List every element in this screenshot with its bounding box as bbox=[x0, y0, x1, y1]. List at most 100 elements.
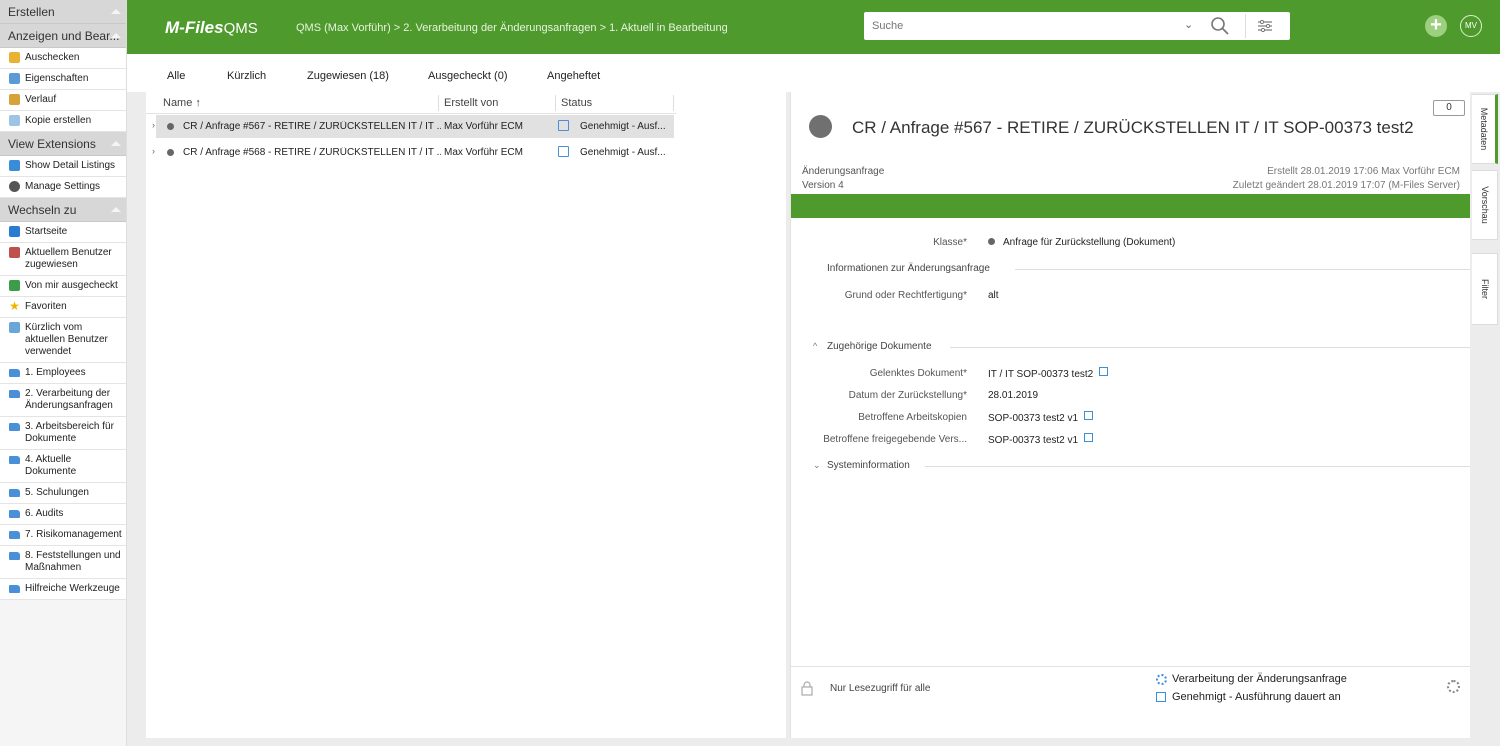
chevron-right-icon[interactable]: › bbox=[152, 120, 155, 130]
row-status: Genehmigt - Ausf... bbox=[580, 121, 666, 132]
top-bar: M-FilesQMS QMS (Max Vorführ) > 2. Verarb… bbox=[127, 0, 1500, 54]
workflow-name[interactable]: Verarbeitung der Änderungsanfrage bbox=[1172, 673, 1347, 685]
sidebar-section-label: Anzeigen und Bear... bbox=[8, 29, 120, 43]
section-system-info[interactable]: Systeminformation bbox=[827, 460, 910, 471]
sidebar-item-trainings[interactable]: 5. Schulungen bbox=[0, 483, 126, 504]
tab-filter[interactable]: Filter bbox=[1472, 253, 1498, 325]
left-sidebar: Erstellen Anzeigen und Bear... Auschecke… bbox=[0, 0, 127, 746]
permissions-text[interactable]: Nur Lesezugriff für alle bbox=[830, 683, 930, 694]
tab-preview[interactable]: Vorschau bbox=[1472, 170, 1498, 240]
tab-all[interactable]: Alle bbox=[167, 70, 185, 82]
collapse-icon bbox=[111, 141, 121, 146]
column-name[interactable]: Name ↑ bbox=[163, 97, 201, 109]
chevron-down-icon[interactable]: ⌄ bbox=[1184, 18, 1193, 31]
property-label-reason: Grund oder Rechtfertigung* bbox=[844, 290, 967, 301]
chevron-up-icon[interactable]: ^ bbox=[813, 341, 817, 351]
search-input[interactable] bbox=[872, 17, 1172, 35]
sidebar-item-findings[interactable]: 8. Feststellungen und Maßnahmen bbox=[0, 546, 126, 579]
collapse-icon bbox=[111, 9, 121, 14]
sidebar-section-switch[interactable]: Wechseln zu bbox=[0, 198, 126, 222]
sidebar-item-label: Manage Settings bbox=[25, 181, 101, 192]
section-divider bbox=[950, 347, 1471, 348]
external-link-icon[interactable] bbox=[1084, 411, 1094, 420]
section-related-documents[interactable]: Zugehörige Dokumente bbox=[827, 341, 932, 352]
row-name: CR / Anfrage #568 - RETIRE / ZURÜCKSTELL… bbox=[183, 147, 441, 158]
column-name-label: Name bbox=[163, 97, 193, 109]
sidebar-item-tools[interactable]: Hilfreiche Werkzeuge bbox=[0, 579, 126, 600]
tab-label: Metadaten bbox=[1478, 107, 1489, 151]
avatar[interactable]: MV bbox=[1460, 15, 1482, 37]
folder-icon bbox=[9, 585, 20, 593]
column-resize-handle[interactable] bbox=[673, 95, 674, 111]
search-icon[interactable] bbox=[1210, 16, 1230, 36]
workflow-state[interactable]: Genehmigt - Ausführung dauert an bbox=[1172, 691, 1341, 703]
created-info: Erstellt 28.01.2019 17:06 Max Vorführ EC… bbox=[1267, 166, 1460, 177]
sidebar-item-change-requests[interactable]: 2. Verarbeitung der Änderungsanfragen bbox=[0, 384, 126, 417]
sidebar-item-current-documents[interactable]: 4. Aktuelle Dokumente bbox=[0, 450, 126, 483]
sidebar-item-assigned[interactable]: Aktuellem Benutzer zugewiesen bbox=[0, 243, 126, 276]
sidebar-item-detail-listings[interactable]: Show Detail Listings bbox=[0, 156, 126, 177]
sidebar-item-risk-management[interactable]: 7. Risikomanagement bbox=[0, 525, 126, 546]
property-label-released-versions: Betroffene freigegebende Vers... bbox=[823, 434, 967, 445]
sidebar-item-history[interactable]: Verlauf bbox=[0, 90, 126, 111]
tab-recent[interactable]: Kürzlich bbox=[227, 70, 266, 82]
tab-metadata[interactable]: Metadaten bbox=[1472, 94, 1498, 164]
sidebar-item-audits[interactable]: 6. Audits bbox=[0, 504, 126, 525]
assigned-icon bbox=[9, 247, 20, 258]
add-icon[interactable]: + bbox=[1425, 15, 1447, 37]
sidebar-item-checkout[interactable]: Auschecken bbox=[0, 48, 126, 69]
collapse-icon bbox=[111, 33, 121, 38]
label-text: Gelenktes Dokument bbox=[869, 368, 964, 379]
refresh-icon[interactable] bbox=[1447, 680, 1460, 693]
chevron-right-icon[interactable]: › bbox=[152, 146, 155, 156]
breadcrumb[interactable]: QMS (Max Vorführ) > 2. Verarbeitung der … bbox=[296, 22, 728, 34]
sidebar-item-home[interactable]: Startseite bbox=[0, 222, 126, 243]
sidebar-item-properties[interactable]: Eigenschaften bbox=[0, 69, 126, 90]
column-resize-handle[interactable] bbox=[438, 95, 439, 111]
row-status: Genehmigt - Ausf... bbox=[580, 147, 666, 158]
sidebar-section-view-extensions[interactable]: View Extensions bbox=[0, 132, 126, 156]
column-status[interactable]: Status bbox=[561, 97, 592, 109]
property-value-working-copies[interactable]: SOP-00373 test2 v1 bbox=[988, 411, 1094, 424]
sidebar-item-label: 2. Verarbeitung der Änderungsanfragen bbox=[25, 388, 113, 411]
property-value-controlled-doc[interactable]: IT / IT SOP-00373 test2 bbox=[988, 367, 1109, 380]
external-link-icon[interactable] bbox=[1099, 367, 1109, 376]
table-row[interactable]: › CR / Anfrage #568 - RETIRE / ZURÜCKSTE… bbox=[152, 141, 674, 164]
tab-assigned[interactable]: Zugewiesen (18) bbox=[307, 70, 389, 82]
comments-button[interactable]: 0 bbox=[1433, 100, 1465, 116]
sort-ascending-icon: ↑ bbox=[195, 97, 201, 109]
sidebar-item-label: Auschecken bbox=[25, 52, 80, 63]
sidebar-item-favorites[interactable]: ★ Favoriten bbox=[0, 297, 126, 318]
tab-pinned[interactable]: Angeheftet bbox=[547, 70, 600, 82]
column-created-by[interactable]: Erstellt von bbox=[444, 97, 498, 109]
property-value-reason[interactable]: alt bbox=[988, 290, 999, 301]
property-value-released-versions[interactable]: SOP-00373 test2 v1 bbox=[988, 433, 1094, 446]
external-link-icon[interactable] bbox=[1084, 433, 1094, 442]
section-change-request-info: Informationen zur Änderungsanfrage bbox=[827, 263, 990, 274]
sidebar-section-create[interactable]: Erstellen bbox=[0, 0, 126, 24]
sidebar-item-manage-settings[interactable]: Manage Settings bbox=[0, 177, 126, 198]
property-label-class: Klasse* bbox=[933, 237, 967, 248]
sidebar-item-document-workspace[interactable]: 3. Arbeitsbereich für Dokumente bbox=[0, 417, 126, 450]
sidebar-section-view-edit[interactable]: Anzeigen und Bear... bbox=[0, 24, 126, 48]
sidebar-item-label: Aktuellem Benutzer zugewiesen bbox=[25, 247, 112, 270]
value-text: IT / IT SOP-00373 test2 bbox=[988, 369, 1094, 380]
column-resize-handle[interactable] bbox=[555, 95, 556, 111]
tab-checked-out[interactable]: Ausgecheckt (0) bbox=[428, 70, 507, 82]
folder-icon bbox=[9, 456, 20, 464]
right-tab-strip: Metadaten Vorschau Filter bbox=[1470, 92, 1500, 746]
sidebar-item-employees[interactable]: 1. Employees bbox=[0, 363, 126, 384]
property-value-class[interactable]: Anfrage für Zurückstellung (Dokument) bbox=[988, 237, 1175, 248]
sidebar-item-recent[interactable]: Kürzlich vom aktuellen Benutzer verwende… bbox=[0, 318, 126, 363]
lock-icon bbox=[801, 681, 813, 696]
table-row[interactable]: › CR / Anfrage #567 - RETIRE / ZURÜCKSTE… bbox=[152, 115, 674, 138]
list-icon bbox=[9, 160, 20, 171]
filter-options-icon[interactable] bbox=[1257, 19, 1273, 33]
sidebar-item-checked-out[interactable]: Von mir ausgecheckt bbox=[0, 276, 126, 297]
sidebar-item-label: 1. Employees bbox=[25, 367, 86, 378]
property-label-deferral-date: Datum der Zurückstellung* bbox=[848, 390, 967, 401]
chevron-down-icon[interactable]: ⌄ bbox=[813, 460, 821, 471]
property-value-deferral-date[interactable]: 28.01.2019 bbox=[988, 390, 1038, 401]
sidebar-item-copy[interactable]: Kopie erstellen bbox=[0, 111, 126, 132]
sidebar-item-label: Hilfreiche Werkzeuge bbox=[25, 583, 120, 594]
